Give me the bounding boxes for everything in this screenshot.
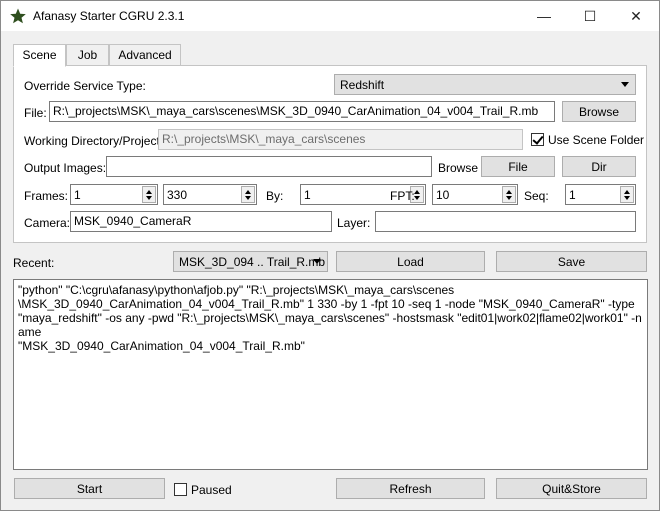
title-bar[interactable]: Afanasy Starter CGRU 2.3.1 — ☐ ✕: [1, 1, 659, 31]
layer-label: Layer:: [337, 216, 371, 230]
paused-label: Paused: [191, 483, 232, 497]
file-browse-button[interactable]: Browse: [562, 101, 636, 122]
start-button[interactable]: Start: [14, 478, 165, 499]
load-button[interactable]: Load: [336, 251, 485, 272]
fpt-value: 10: [436, 188, 450, 202]
file-field[interactable]: R:\_projects\MSK\_maya_cars\scenes\MSK_3…: [49, 101, 555, 122]
recent-select[interactable]: MSK_3D_094 .. Trail_R.mb: [173, 251, 328, 272]
layer-field[interactable]: [375, 211, 636, 232]
save-button[interactable]: Save: [496, 251, 647, 272]
camera-field[interactable]: MSK_0940_CameraR: [70, 211, 332, 232]
recent-value: MSK_3D_094 .. Trail_R.mb: [179, 255, 326, 269]
output-images-field[interactable]: [106, 156, 432, 177]
frame-end-spinbox[interactable]: 330: [163, 184, 257, 205]
frame-start-spinbox[interactable]: 1: [70, 184, 158, 205]
seq-value: 1: [569, 188, 576, 202]
fpt-label: FPT:: [390, 189, 415, 203]
close-button[interactable]: ✕: [613, 1, 659, 31]
maximize-button[interactable]: ☐: [567, 1, 613, 31]
output-browse-label[interactable]: Browse: [438, 161, 478, 175]
file-label: File:: [24, 106, 47, 120]
by-label: By:: [266, 189, 284, 203]
output-dir-button[interactable]: Dir: [562, 156, 636, 177]
use-scene-folder-label: Use Scene Folder: [548, 133, 645, 147]
spin-arrows-icon[interactable]: [142, 186, 156, 203]
by-value: 1: [304, 188, 311, 202]
command-text-area[interactable]: "python" "C:\cgru\afanasy\python\afjob.p…: [13, 279, 648, 470]
paused-checkbox[interactable]: [174, 483, 187, 496]
scene-panel: Override Service Type: Redshift File: R:…: [13, 65, 647, 243]
app-window: Afanasy Starter CGRU 2.3.1 — ☐ ✕ Scene J…: [0, 0, 660, 511]
spin-arrows-icon[interactable]: [241, 186, 255, 203]
service-type-value: Redshift: [340, 78, 385, 92]
working-directory-label: Working Directory/Project:: [24, 134, 164, 148]
output-file-button[interactable]: File: [481, 156, 555, 177]
window-title: Afanasy Starter CGRU 2.3.1: [33, 9, 185, 23]
chevron-down-icon: [621, 82, 629, 87]
spin-arrows-icon[interactable]: [502, 186, 516, 203]
seq-spinbox[interactable]: 1: [565, 184, 636, 205]
tab-job[interactable]: Job: [66, 44, 109, 66]
star-icon: [10, 8, 26, 24]
quit-store-button[interactable]: Quit&Store: [496, 478, 647, 499]
minimize-button[interactable]: —: [521, 1, 567, 31]
recent-label: Recent:: [13, 256, 55, 270]
working-directory-field[interactable]: R:\_projects\MSK\_maya_cars\scenes: [158, 129, 523, 150]
frame-end-value: 330: [167, 188, 188, 202]
frames-label: Frames:: [24, 189, 69, 203]
output-images-label: Output Images:: [24, 161, 107, 175]
fpt-spinbox[interactable]: 10: [432, 184, 518, 205]
refresh-button[interactable]: Refresh: [336, 478, 485, 499]
tab-scene[interactable]: Scene: [13, 44, 66, 67]
spin-arrows-icon[interactable]: [620, 186, 634, 203]
use-scene-folder-checkbox[interactable]: [531, 133, 544, 146]
tab-advanced[interactable]: Advanced: [109, 44, 181, 66]
override-service-label: Override Service Type:: [24, 79, 146, 93]
chevron-down-icon: [313, 259, 321, 264]
frame-start-value: 1: [74, 188, 81, 202]
seq-label: Seq:: [524, 189, 549, 203]
service-type-select[interactable]: Redshift: [334, 74, 636, 95]
camera-label: Camera:: [24, 216, 71, 230]
